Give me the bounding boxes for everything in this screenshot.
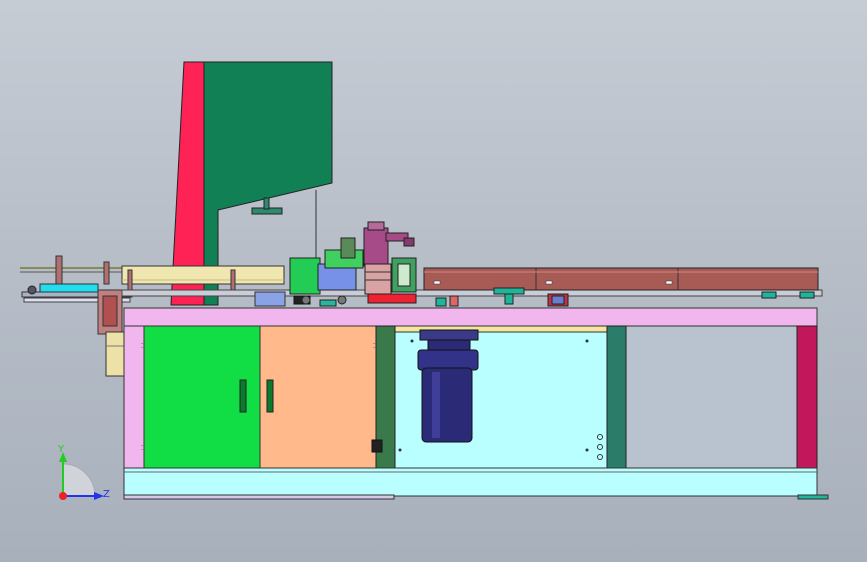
fixture-teal [799,291,815,299]
rail-post-small [103,261,110,285]
gear-box-inner [102,295,118,327]
left-feed-rail [20,255,133,377]
cabinet-door-right[interactable] [259,325,377,469]
axis-origin [59,492,67,500]
tower-clamp-stem [263,197,270,210]
beam-body [121,265,285,285]
servo-motor-body [363,227,389,267]
frame-foot-left [123,494,395,500]
fixture-teal [493,287,525,295]
z-axis-label: Z [103,489,110,500]
y-axis-label: Y [57,444,65,455]
motor-body [421,367,473,443]
head-roller [337,295,347,305]
frame-right-pillar [796,325,818,469]
hinge-mark: ⁚ [141,444,143,452]
triad-quadrant [62,463,96,497]
head-right-frame-inner [397,263,411,287]
hinge-mark: ⁚ [141,342,143,350]
frame-right-inner-post [606,325,627,469]
fixture-teal [761,291,777,299]
tower-base-bracket [254,291,286,307]
frame-top-beam [123,307,818,327]
fixture-teal-stem [504,293,514,305]
hinge-mark: ⁚ [373,342,375,350]
motor-highlight [432,372,440,438]
motor-collar [417,349,479,371]
servo-motor-cap [367,221,385,231]
conveyor-body [423,267,819,291]
head-teal-foot [319,299,337,307]
door-handle-left[interactable] [239,379,247,413]
spindle-stack [364,263,392,295]
fixture-pink [449,295,459,307]
fixture-grip-inner [551,295,565,305]
head-post [340,237,356,259]
motor-flange [419,329,479,341]
screw [410,339,414,343]
left-motor-cylinder [105,331,127,377]
head-green-base [289,257,321,295]
screw [585,339,589,343]
servo-arm-tip [403,237,415,247]
middle-post-latch [371,439,383,453]
frame-foot-right [797,494,829,500]
cad-viewport: ⁚ ⁚ ⁚ Y Z [20,61,829,500]
conveyor-slot [665,280,673,285]
screw [585,448,589,452]
beam-pin [127,269,133,291]
head-roller [301,295,311,305]
right-conveyor [423,267,819,291]
rear-rail [121,289,823,297]
conveyor-slot [433,280,441,285]
axis-triad: Y Z [57,444,110,500]
conveyor-slot [545,280,553,285]
door-handle-right[interactable] [266,379,274,413]
cabinet-bay-right [626,326,800,468]
belt-roller [27,285,37,295]
head-red-base [367,293,417,304]
screw [398,448,402,452]
fixture-teal [435,297,447,307]
beam-pin [230,269,236,291]
